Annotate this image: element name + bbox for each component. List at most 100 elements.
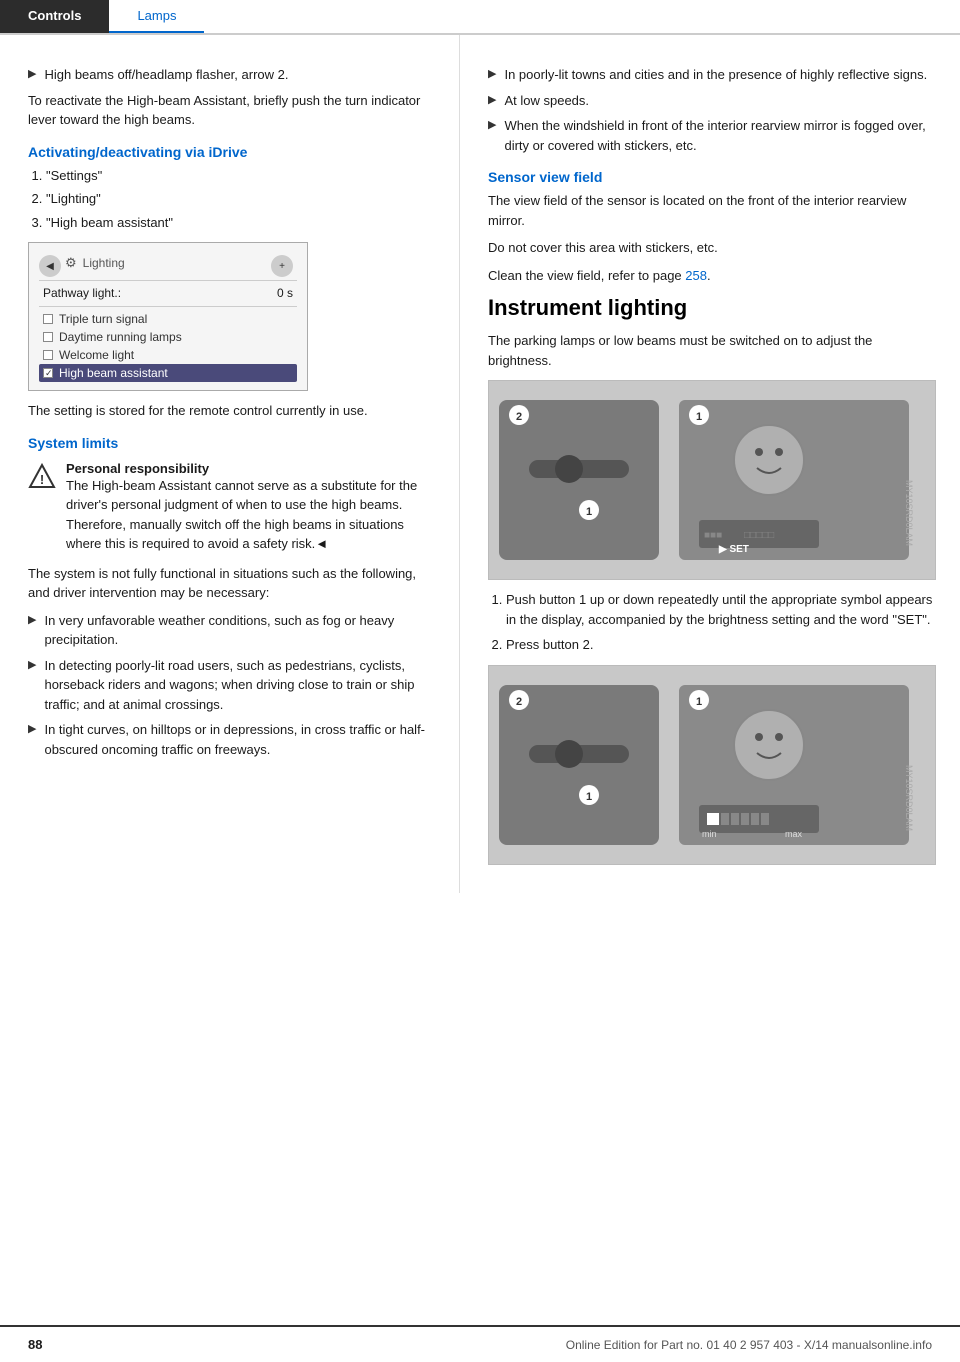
warning-title: Personal responsibility — [66, 461, 435, 476]
svg-text:□□□□□: □□□□□ — [744, 530, 774, 541]
step-settings: "Settings" — [46, 166, 435, 186]
bullet-curves: ▶ In tight curves, on hilltops or in dep… — [28, 720, 435, 759]
bullet-arrow-icon: ▶ — [28, 67, 36, 80]
bullet-high-beams: ▶ High beams off/headlamp flasher, arrow… — [28, 65, 435, 85]
svg-text:2: 2 — [516, 411, 522, 423]
reactivate-paragraph: To reactivate the High-beam Assistant, b… — [28, 91, 435, 130]
svg-text:1: 1 — [586, 506, 592, 518]
svg-text:1: 1 — [586, 791, 592, 803]
main-content: ▶ High beams off/headlamp flasher, arrow… — [0, 35, 960, 893]
idrive-nav-btn: ◀ — [39, 255, 61, 277]
idrive-checkbox-welcome — [43, 350, 53, 360]
right-column: ▶ In poorly-lit towns and cities and in … — [460, 35, 960, 893]
warning-content: Personal responsibility The High-beam As… — [66, 461, 435, 554]
idrive-pathway-row: Pathway light.: 0 s — [39, 284, 297, 302]
warning-body: The High-beam Assistant cannot serve as … — [66, 476, 435, 554]
footer-info: Online Edition for Part no. 01 40 2 957 … — [566, 1338, 932, 1352]
idrive-option-highbeam: High beam assistant — [39, 364, 297, 382]
idrive-checkbox-triple — [43, 314, 53, 324]
svg-text:min: min — [702, 829, 717, 839]
sensor-page-link[interactable]: 258 — [685, 268, 707, 283]
high-beams-text: High beams off/headlamp flasher, arrow 2… — [44, 65, 288, 85]
idrive-option-daytime: Daytime running lamps — [39, 328, 297, 346]
diagram1-svg: 2 1 1 — [489, 380, 935, 580]
sensor-text3-post: . — [707, 268, 711, 283]
bullet-arrow-poorly: ▶ — [488, 67, 496, 80]
sensor-text2: Do not cover this area with stickers, et… — [488, 238, 936, 258]
right-bullets-section: ▶ In poorly-lit towns and cities and in … — [488, 65, 936, 155]
idrive-divider — [39, 280, 297, 281]
bullet-poorly-lit: ▶ In poorly-lit towns and cities and in … — [488, 65, 936, 85]
bullet-low-speeds: ▶ At low speeds. — [488, 91, 936, 111]
idrive-steps: "Settings" "Lighting" "High beam assista… — [46, 166, 435, 233]
idrive-label-triple: Triple turn signal — [59, 312, 293, 326]
section-system-limits: System limits — [28, 435, 435, 451]
instrument-step2: Press button 2. — [506, 635, 936, 655]
idrive-divider2 — [39, 306, 297, 307]
svg-text:max: max — [785, 829, 803, 839]
tab-controls[interactable]: Controls — [0, 0, 109, 33]
sensor-text3: Clean the view field, refer to page 258. — [488, 266, 936, 286]
svg-text:!: ! — [40, 472, 44, 487]
diagram2-svg: 2 1 1 — [489, 665, 935, 865]
bullet-text-curves: In tight curves, on hilltops or in depre… — [44, 720, 435, 759]
idrive-nav: ◀ ⚙ Lighting + — [39, 255, 297, 277]
step-lighting: "Lighting" — [46, 189, 435, 209]
instrument-diagram-1: 2 1 1 — [488, 380, 936, 580]
bullet-windshield: ▶ When the windshield in front of the in… — [488, 116, 936, 155]
idrive-add-btn: + — [271, 255, 293, 277]
svg-text:1: 1 — [696, 411, 702, 423]
instrument-intro: The parking lamps or low beams must be s… — [488, 331, 936, 370]
bullet-text-weather: In very unfavorable weather conditions, … — [44, 611, 435, 650]
idrive-title-icon: ⚙ — [65, 255, 77, 271]
idrive-title: ⚙ Lighting — [65, 255, 125, 271]
idrive-title-text: Lighting — [83, 256, 125, 270]
online-edition-text: Online Edition for Part no. 01 40 2 957 … — [566, 1338, 829, 1352]
header-tabs: Controls Lamps — [0, 0, 960, 35]
instrument-step1: Push button 1 up or down repeatedly unti… — [506, 590, 936, 629]
bullet-weather: ▶ In very unfavorable weather conditions… — [28, 611, 435, 650]
bullet-arrow-weather: ▶ — [28, 613, 36, 626]
bullet-text-windshield: When the windshield in front of the inte… — [504, 116, 936, 155]
svg-text:MY10SRD0LAM: MY10SRD0LAM — [904, 765, 914, 831]
instrument-diagram-2: 2 1 1 — [488, 665, 936, 865]
idrive-checkbox-daytime — [43, 332, 53, 342]
step-high-beam: "High beam assistant" — [46, 213, 435, 233]
instrument-lighting-heading: Instrument lighting — [488, 295, 936, 321]
bullet-arrow-road: ▶ — [28, 658, 36, 671]
idrive-screenshot: ◀ ⚙ Lighting + Pathway light.: 0 s — [28, 242, 308, 391]
pathway-value: 0 s — [277, 286, 293, 300]
idrive-label-daytime: Daytime running lamps — [59, 330, 293, 344]
bullet-text-speed: At low speeds. — [504, 91, 589, 111]
bullet-text-road: In detecting poorly-lit road users, such… — [44, 656, 435, 715]
sensor-text1: The view field of the sensor is located … — [488, 191, 936, 230]
tab-lamps[interactable]: Lamps — [109, 0, 204, 33]
svg-text:2: 2 — [516, 696, 522, 708]
idrive-label-highbeam: High beam assistant — [59, 366, 293, 380]
svg-text:1: 1 — [696, 696, 702, 708]
bullet-arrow-speed: ▶ — [488, 93, 496, 106]
setting-stored-text: The setting is stored for the remote con… — [28, 401, 435, 421]
idrive-label-welcome: Welcome light — [59, 348, 293, 362]
bullet-road-users: ▶ In detecting poorly-lit road users, su… — [28, 656, 435, 715]
warning-box: ! Personal responsibility The High-beam … — [28, 461, 435, 554]
idrive-option-triple: Triple turn signal — [39, 310, 297, 328]
system-intro-text: The system is not fully functional in si… — [28, 564, 435, 603]
bullet-arrow-windshield: ▶ — [488, 118, 496, 131]
instrument-steps: Push button 1 up or down repeatedly unti… — [506, 590, 936, 655]
sensor-text3-pre: Clean the view field, refer to page — [488, 268, 685, 283]
idrive-option-welcome: Welcome light — [39, 346, 297, 364]
pathway-label: Pathway light.: — [43, 286, 121, 300]
page-footer: 88 Online Edition for Part no. 01 40 2 9… — [0, 1325, 960, 1362]
footer-website: manualsonline.info — [832, 1338, 932, 1352]
bullet-text-poorly: In poorly-lit towns and cities and in th… — [504, 65, 927, 85]
section-idrive-heading: Activating/deactivating via iDrive — [28, 144, 435, 160]
left-column: ▶ High beams off/headlamp flasher, arrow… — [0, 35, 460, 893]
svg-text:▶ SET: ▶ SET — [718, 544, 749, 555]
svg-text:MY10SRD0LAM: MY10SRD0LAM — [904, 480, 914, 546]
svg-text:■■■: ■■■ — [704, 530, 722, 541]
page-number: 88 — [28, 1337, 42, 1352]
idrive-checkbox-highbeam — [43, 368, 53, 378]
section-sensor-heading: Sensor view field — [488, 169, 936, 185]
warning-triangle-icon: ! — [28, 463, 56, 491]
